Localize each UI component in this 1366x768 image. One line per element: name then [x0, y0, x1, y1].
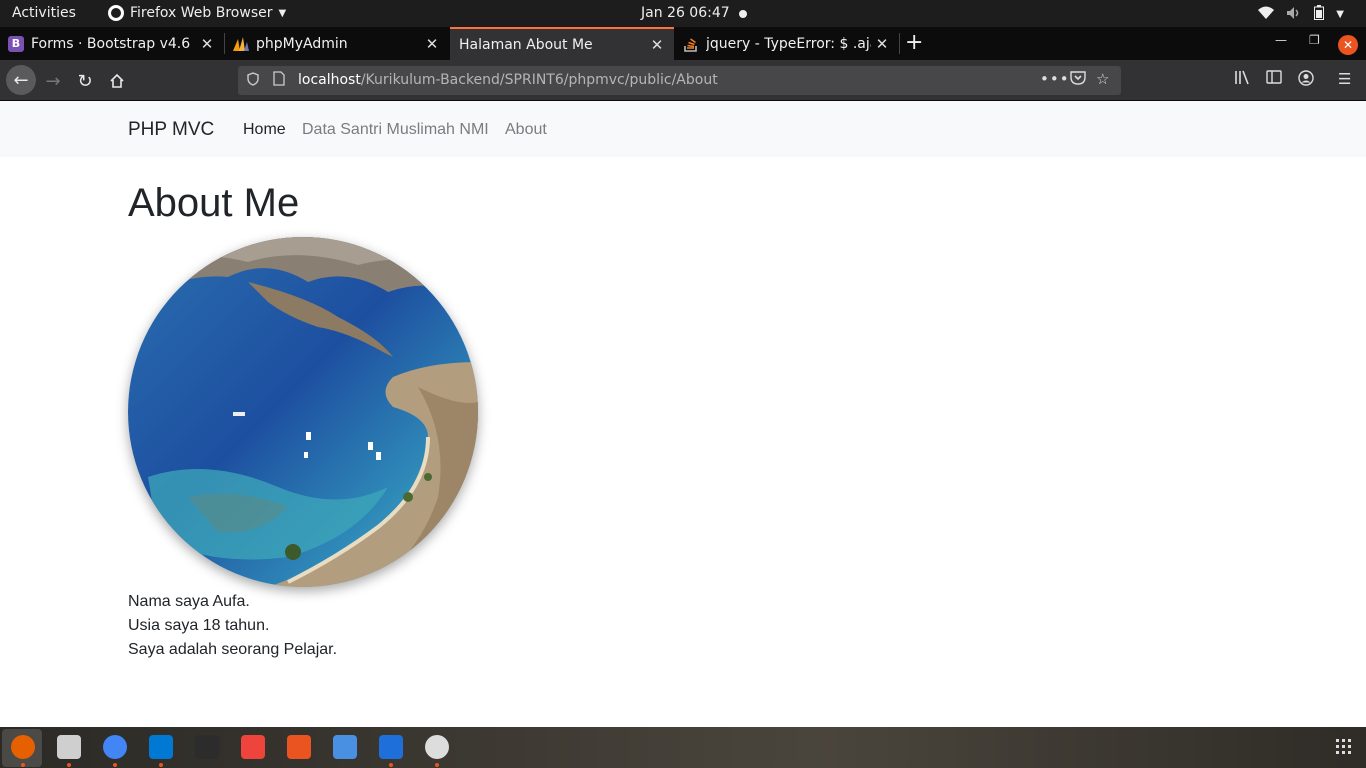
tab-jquery-typeerror[interactable]: jquery - TypeError: $ .aja ✕ [675, 27, 899, 60]
page-actions-icon[interactable]: ••• [1040, 70, 1070, 88]
tab-bootstrap-forms[interactable]: B Forms · Bootstrap v4.6 ✕ [0, 27, 224, 60]
app-menu[interactable]: Firefox Web Browser ▼ [108, 5, 286, 21]
reload-icon[interactable]: ↻ [72, 68, 98, 94]
library-icon[interactable] [1234, 70, 1251, 89]
address-bar[interactable]: localhost/Kurikulum-Backend/SPRINT6/phpm… [238, 66, 1121, 95]
running-indicator [113, 763, 117, 767]
restore-icon[interactable]: ❐ [1309, 33, 1320, 47]
bluetooth-icon[interactable] [333, 735, 357, 759]
tab-halaman-about-me[interactable]: Halaman About Me ✕ [450, 27, 674, 60]
close-tab-icon[interactable]: ✕ [196, 35, 218, 53]
software-center-icon[interactable] [287, 735, 311, 759]
running-indicator [67, 763, 71, 767]
profile-photo [128, 237, 478, 587]
tracking-protection-shield-icon[interactable] [247, 72, 259, 90]
bio-age: Usia saya 18 tahun. [128, 617, 270, 634]
page-info-icon[interactable] [273, 71, 285, 90]
bootstrap-icon: B [8, 35, 24, 52]
bookmark-star-icon[interactable]: ☆ [1096, 70, 1109, 88]
chevron-down-icon: ▼ [278, 7, 287, 19]
navbar-brand[interactable]: PHP MVC [128, 119, 214, 141]
wifi-icon [1258, 6, 1275, 24]
tab-title: jquery - TypeError: $ .aja [706, 35, 871, 52]
bio-text: Nama saya Aufa. Usia saya 18 tahun. Saya… [128, 590, 337, 662]
forward-arrow-icon[interactable]: → [40, 68, 66, 94]
browser-toolbar: ← → ↻ localhost/Kurikulum-Backend/SPRINT… [0, 60, 1366, 101]
tab-title: phpMyAdmin [256, 35, 348, 52]
back-arrow-icon[interactable]: ← [6, 65, 36, 95]
app-menu-label: Firefox Web Browser [130, 5, 273, 21]
minimize-icon[interactable]: — [1275, 33, 1287, 47]
chevron-down-icon: ▼ [1336, 9, 1344, 20]
pocket-icon[interactable] [1070, 70, 1086, 89]
chrome-icon[interactable] [103, 735, 127, 759]
system-tray[interactable]: ▼ [1258, 5, 1344, 24]
tab-title: Halaman About Me [459, 36, 593, 53]
battery-icon [1314, 5, 1325, 24]
account-icon[interactable] [1298, 70, 1314, 90]
phpmyadmin-icon [233, 36, 249, 52]
updater-icon[interactable] [425, 735, 449, 759]
activities-button[interactable]: Activities [12, 5, 76, 21]
stackoverflow-icon [683, 36, 699, 52]
tab-strip: B Forms · Bootstrap v4.6 ✕ phpMyAdmin ✕ … [0, 27, 1366, 60]
tab-phpmyadmin[interactable]: phpMyAdmin ✕ [225, 27, 449, 60]
nav-link-data-santri[interactable]: Data Santri Muslimah NMI [302, 121, 489, 139]
running-indicator [435, 763, 439, 767]
close-window-icon[interactable]: ✕ [1338, 35, 1358, 55]
new-tab-icon[interactable]: + [905, 30, 923, 55]
system-top-bar: Activities Firefox Web Browser ▼ Jan 26 … [0, 0, 1366, 27]
running-indicator [21, 763, 25, 767]
site-navbar: PHP MVC Home Data Santri Muslimah NMI Ab… [0, 101, 1366, 157]
firefox-icon[interactable] [11, 735, 35, 759]
bio-occupation: Saya adalah seorang Pelajar. [128, 641, 338, 658]
tab-title: Forms · Bootstrap v4.6 [31, 35, 191, 52]
url-host: localhost [298, 72, 361, 88]
terminal-icon[interactable] [195, 735, 219, 759]
running-indicator [389, 763, 393, 767]
volume-icon [1286, 6, 1302, 24]
page-title: About Me [128, 181, 300, 225]
writer-icon[interactable] [379, 735, 403, 759]
close-tab-icon[interactable]: ✕ [421, 35, 443, 53]
home-icon[interactable] [104, 68, 130, 94]
url-text: localhost/Kurikulum-Backend/SPRINT6/phpm… [298, 72, 718, 88]
hamburger-menu-icon[interactable]: ☰ [1338, 70, 1351, 88]
url-path: /Kurikulum-Backend/SPRINT6/phpmvc/public… [360, 72, 718, 88]
nav-link-home[interactable]: Home [243, 121, 286, 139]
nav-link-about[interactable]: About [505, 121, 547, 139]
files-icon[interactable] [57, 735, 81, 759]
close-tab-icon[interactable]: ✕ [871, 35, 893, 53]
anydesk-icon[interactable] [241, 735, 265, 759]
bio-name: Nama saya Aufa. [128, 593, 250, 610]
tab-separator [899, 33, 900, 54]
running-indicator [159, 763, 163, 767]
close-tab-icon[interactable]: ✕ [646, 36, 668, 54]
vscode-icon[interactable] [149, 735, 173, 759]
show-applications-icon[interactable] [1336, 739, 1351, 754]
firefox-icon [108, 5, 124, 21]
clock[interactable]: Jan 26 06:47 [641, 5, 730, 21]
notification-dot-icon [739, 10, 747, 18]
sidebar-icon[interactable] [1266, 70, 1282, 88]
